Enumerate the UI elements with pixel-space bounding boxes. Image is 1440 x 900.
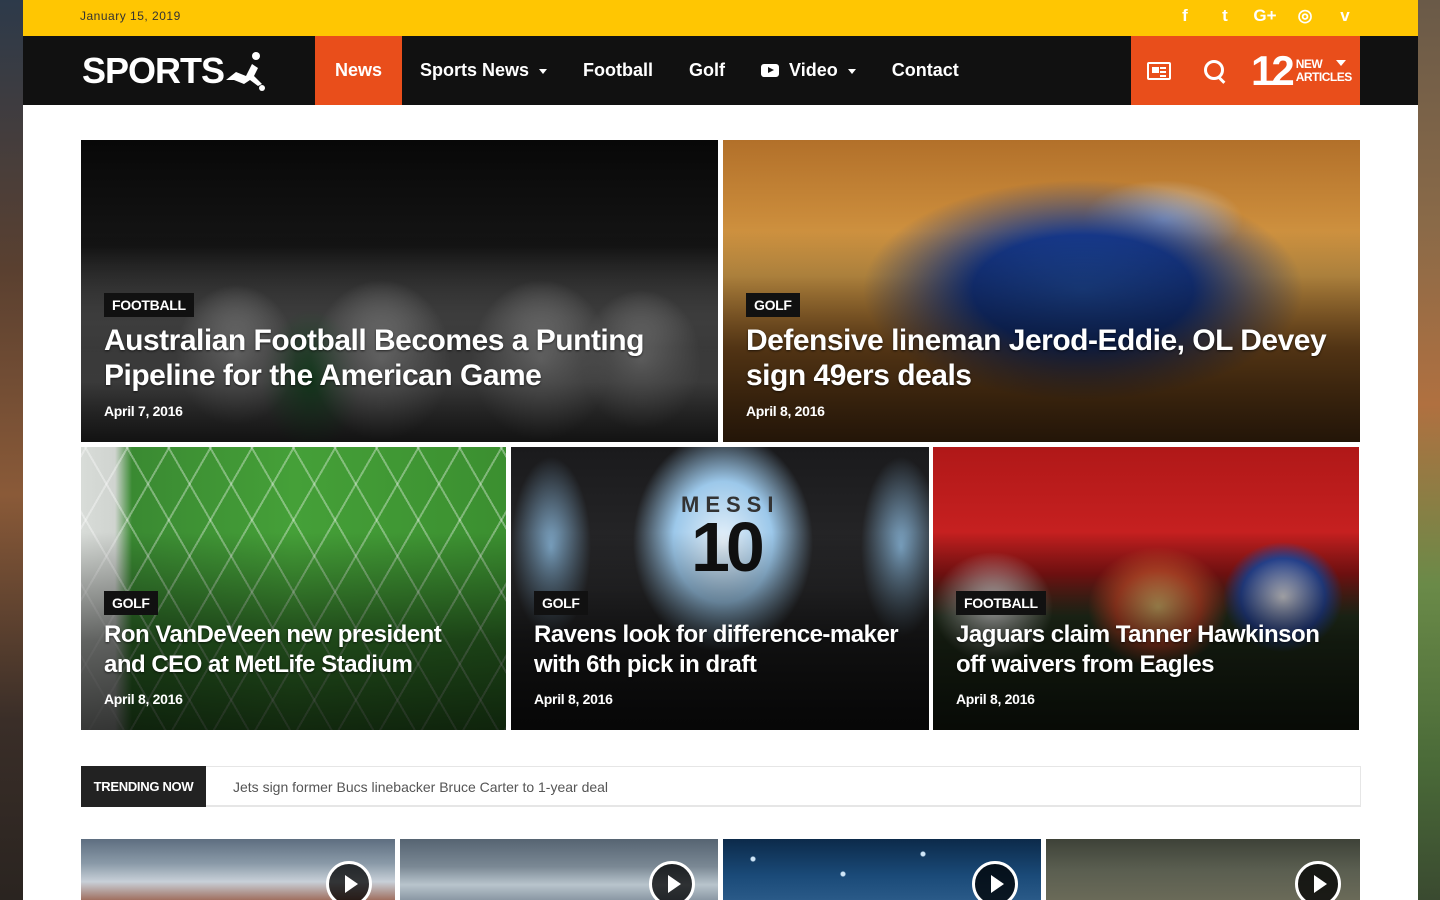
play-icon[interactable] xyxy=(649,861,695,900)
play-icon[interactable] xyxy=(326,861,372,900)
article-date: April 8, 2016 xyxy=(746,403,825,419)
featured-card[interactable]: FOOTBALL Australian Football Becomes a P… xyxy=(81,140,718,442)
twitter-icon[interactable]: t xyxy=(1212,6,1238,26)
nav-item-golf[interactable]: Golf xyxy=(671,36,743,105)
nav-item-label: Golf xyxy=(689,60,726,80)
site-logo[interactable]: SPORTS xyxy=(82,50,268,92)
nav-item-label: Sports News xyxy=(420,60,530,80)
vimeo-icon[interactable]: v xyxy=(1332,6,1358,26)
play-icon[interactable] xyxy=(1295,861,1341,900)
background-left xyxy=(0,0,23,900)
article-title[interactable]: Jaguars claim Tanner Hawkinson off waive… xyxy=(956,620,1341,680)
newspaper-icon[interactable] xyxy=(1147,61,1171,80)
article-title[interactable]: Defensive lineman Jerod-Eddie, OL Devey … xyxy=(746,323,1336,393)
category-badge[interactable]: FOOTBALL xyxy=(104,293,194,317)
category-badge[interactable]: GOLF xyxy=(104,591,158,615)
nav-item-football[interactable]: Football xyxy=(565,36,671,105)
current-date: January 15, 2019 xyxy=(80,9,181,23)
nav-item-video[interactable]: Video xyxy=(743,36,874,105)
play-icon[interactable] xyxy=(972,861,1018,900)
nav-item-news[interactable]: News xyxy=(315,36,402,105)
category-badge[interactable]: GOLF xyxy=(534,591,588,615)
featured-card[interactable]: FOOTBALL Jaguars claim Tanner Hawkinson … xyxy=(933,447,1359,730)
video-icon xyxy=(761,64,780,77)
google-plus-icon[interactable]: G+ xyxy=(1252,6,1278,26)
social-links: f t G+ ◎ v xyxy=(1172,6,1358,26)
new-articles-label-line2: ARTICLES xyxy=(1295,69,1353,84)
soccer-player-icon xyxy=(226,52,266,91)
category-badge[interactable]: GOLF xyxy=(746,293,800,317)
article-title[interactable]: Ron VanDeVeen new president and CEO at M… xyxy=(104,620,484,680)
featured-card[interactable]: GOLF Ron VanDeVeen new president and CEO… xyxy=(81,447,506,730)
article-title[interactable]: Australian Football Becomes a Punting Pi… xyxy=(104,323,684,393)
new-articles-count[interactable]: 12 xyxy=(1251,49,1295,92)
video-thumbnail[interactable] xyxy=(723,839,1041,900)
nav-item-contact[interactable]: Contact xyxy=(874,36,977,105)
background-right xyxy=(1418,0,1440,900)
nav-menu: News Sports News Football Golf Video Con… xyxy=(315,36,977,105)
nav-item-label: News xyxy=(334,60,383,80)
nav-item-label: Contact xyxy=(891,60,959,80)
facebook-icon[interactable]: f xyxy=(1172,6,1198,26)
featured-card[interactable]: MESSI 10 GOLF Ravens look for difference… xyxy=(511,447,929,730)
article-date: April 7, 2016 xyxy=(104,403,183,419)
nav-actions: 12 NEW ARTICLES xyxy=(1131,36,1360,105)
trending-headline[interactable]: Jets sign former Bucs linebacker Bruce C… xyxy=(233,779,608,795)
logo-text: SPORTS xyxy=(82,50,225,91)
category-badge[interactable]: FOOTBALL xyxy=(956,591,1046,615)
featured-card[interactable]: GOLF Defensive lineman Jerod-Eddie, OL D… xyxy=(723,140,1360,442)
main-navigation: SPORTS News Sports News Football Golf Vi… xyxy=(23,36,1418,105)
video-thumbnail[interactable] xyxy=(81,839,395,900)
dribbble-icon[interactable]: ◎ xyxy=(1292,6,1318,26)
chevron-down-icon[interactable] xyxy=(1336,60,1346,66)
new-articles-label-line1: NEW xyxy=(1295,56,1323,71)
article-date: April 8, 2016 xyxy=(956,691,1035,707)
nav-item-sports-news[interactable]: Sports News xyxy=(402,36,565,105)
top-bar: January 15, 2019 f t G+ ◎ v xyxy=(23,0,1418,36)
chevron-down-icon xyxy=(539,69,548,74)
nav-item-label: Football xyxy=(583,60,654,80)
chevron-down-icon xyxy=(847,69,856,74)
video-thumbnail[interactable] xyxy=(400,839,718,900)
article-date: April 8, 2016 xyxy=(104,691,183,707)
trending-label: TRENDING NOW xyxy=(81,766,206,807)
article-date: April 8, 2016 xyxy=(534,691,613,707)
nav-item-label: Video xyxy=(789,60,838,80)
video-thumbnail[interactable] xyxy=(1046,839,1360,900)
trending-ticker: TRENDING NOW Jets sign former Bucs lineb… xyxy=(81,766,1361,807)
page: January 15, 2019 f t G+ ◎ v SPORTS News … xyxy=(23,0,1418,900)
search-icon[interactable] xyxy=(1203,59,1227,83)
article-title[interactable]: Ravens look for difference-maker with 6t… xyxy=(534,620,914,680)
